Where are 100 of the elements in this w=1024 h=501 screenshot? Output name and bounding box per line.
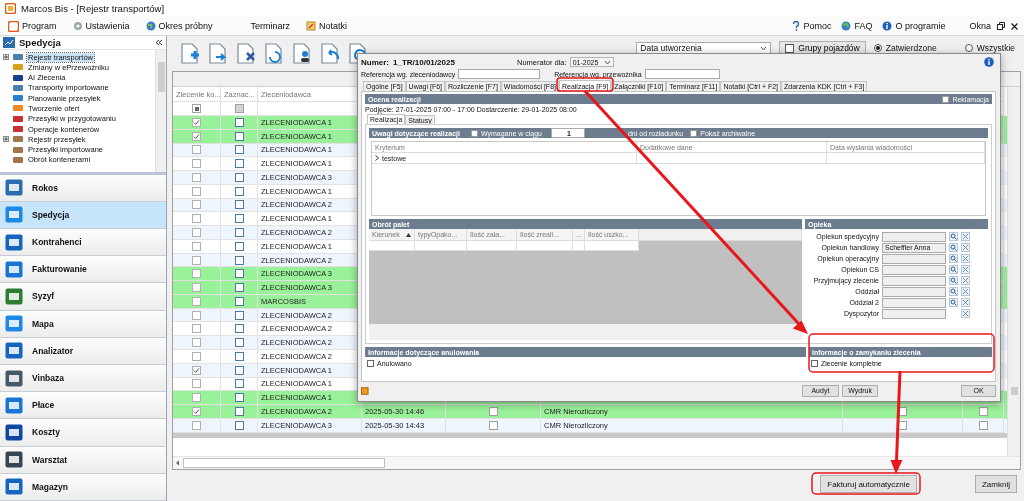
checkbox[interactable] [367, 360, 374, 367]
checkbox[interactable] [192, 145, 201, 155]
scrollbar[interactable] [155, 49, 166, 172]
clear-icon[interactable] [961, 265, 970, 274]
document-undo-icon[interactable] [318, 41, 342, 66]
input-field[interactable] [882, 308, 946, 319]
checkbox[interactable] [234, 186, 244, 196]
menu-item[interactable]: Pomoc [788, 18, 836, 34]
search-icon[interactable] [949, 243, 958, 252]
input-field[interactable] [644, 69, 720, 79]
checkbox[interactable] [192, 159, 201, 169]
checkbox[interactable] [192, 131, 201, 141]
scrollbar[interactable] [173, 456, 1020, 469]
checkbox[interactable] [192, 241, 201, 251]
checkbox[interactable] [690, 129, 698, 137]
checkbox[interactable] [192, 365, 201, 375]
checkbox[interactable] [234, 214, 244, 224]
document-delete-icon[interactable] [234, 41, 258, 66]
input-field[interactable] [882, 264, 946, 275]
checkbox[interactable] [192, 104, 201, 113]
action-button[interactable]: Zamknij [975, 475, 1017, 493]
checkbox[interactable] [192, 214, 201, 224]
checkbox[interactable] [234, 393, 244, 403]
menu-item[interactable]: O programie [878, 18, 950, 34]
menu-item[interactable]: Okna [965, 18, 995, 34]
checkbox[interactable] [192, 393, 201, 403]
checkbox[interactable] [978, 406, 988, 416]
menu-item[interactable]: Terminarz [246, 18, 295, 34]
checkbox[interactable] [234, 269, 244, 279]
checkbox[interactable] [192, 172, 201, 182]
clear-icon[interactable] [961, 298, 970, 307]
sort-dropdown[interactable]: Data utworzenia [636, 42, 772, 54]
checkbox[interactable] [234, 145, 244, 155]
input-field[interactable] [882, 275, 946, 286]
clear-icon[interactable] [961, 232, 970, 241]
checkbox[interactable] [234, 365, 244, 375]
checkbox[interactable] [192, 117, 201, 127]
radio-button[interactable]: Wszystkie [964, 43, 1015, 53]
clear-icon[interactable] [961, 309, 970, 318]
input-field[interactable] [882, 297, 946, 308]
module-button[interactable]: Analizator [0, 337, 166, 365]
checkbox[interactable] [942, 95, 950, 103]
checkbox[interactable] [234, 406, 244, 416]
clear-icon[interactable] [961, 243, 970, 252]
search-icon[interactable] [949, 265, 958, 274]
input-field[interactable] [882, 253, 946, 264]
checkbox[interactable] [234, 159, 244, 169]
module-button[interactable]: Płace [0, 392, 166, 420]
checkbox[interactable] [192, 310, 201, 320]
checkbox[interactable] [234, 338, 244, 348]
module-button[interactable]: Kontrahenci [0, 228, 166, 257]
module-button[interactable]: Koszty [0, 419, 166, 447]
checkbox[interactable] [234, 296, 244, 306]
search-icon[interactable] [949, 254, 958, 263]
checkbox[interactable] [234, 420, 244, 430]
checkbox[interactable] [234, 283, 244, 293]
radio-button[interactable]: Zatwierdzone [873, 43, 937, 53]
menu-item[interactable]: Program [4, 18, 61, 34]
checkbox[interactable] [234, 351, 244, 361]
module-button[interactable]: Rokos [0, 174, 166, 202]
close-icon[interactable] [1011, 22, 1018, 30]
module-button[interactable]: Spedycja [0, 201, 166, 229]
search-icon[interactable] [949, 232, 958, 241]
menu-item[interactable]: Notatki [302, 18, 352, 34]
module-button[interactable]: Magazyn [0, 473, 166, 501]
action-button[interactable]: Fakturuj automatycznie [820, 475, 917, 493]
expand-icon[interactable] [375, 155, 379, 161]
collapse-icon[interactable] [155, 38, 163, 46]
module-button[interactable]: Mapa [0, 310, 166, 338]
info-icon[interactable] [984, 57, 994, 67]
checkbox[interactable] [192, 420, 201, 430]
menu-item[interactable]: Ustawienia [68, 18, 134, 34]
checkbox[interactable] [192, 228, 201, 237]
arrow-left-icon[interactable] [175, 460, 181, 466]
module-button[interactable]: Syzyf [0, 283, 166, 311]
checkbox[interactable] [192, 255, 201, 265]
checkbox[interactable] [192, 283, 201, 293]
checkbox[interactable] [192, 200, 201, 210]
checkbox[interactable] [234, 324, 244, 334]
checkbox[interactable] [488, 406, 498, 416]
clear-icon[interactable] [961, 254, 970, 263]
checkbox[interactable] [192, 338, 201, 348]
document-add-icon[interactable] [178, 41, 202, 66]
checkbox[interactable] [488, 420, 498, 430]
clear-icon[interactable] [961, 276, 970, 285]
expand-icon[interactable] [3, 136, 9, 143]
checkbox[interactable] [470, 129, 478, 137]
search-icon[interactable] [949, 276, 958, 285]
checkbox[interactable] [811, 360, 818, 367]
module-button[interactable]: Fakturowanie [0, 256, 166, 284]
menu-item[interactable]: Okres próbny [141, 18, 217, 34]
search-icon[interactable] [949, 298, 958, 307]
checkbox[interactable] [234, 255, 244, 265]
checkbox[interactable] [234, 228, 244, 237]
checkbox[interactable] [234, 379, 244, 389]
expand-icon[interactable] [3, 54, 9, 60]
restore-icon[interactable] [997, 22, 1005, 30]
module-button[interactable]: Vinbaza [0, 364, 166, 393]
checkbox[interactable] [192, 269, 201, 279]
checkbox[interactable] [192, 406, 201, 416]
